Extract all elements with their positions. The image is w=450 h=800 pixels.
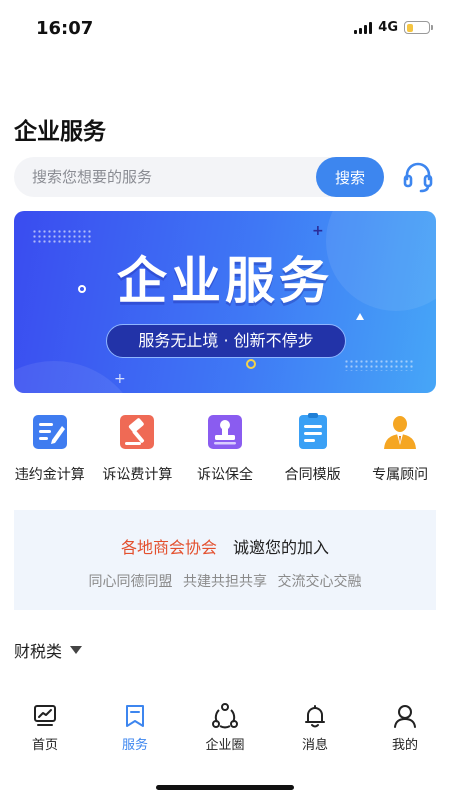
category-selector[interactable]: 财税类: [14, 638, 83, 662]
tab-label: 企业圈: [205, 738, 245, 753]
chart-monitor-icon: [34, 705, 56, 726]
gavel-icon: [120, 415, 155, 449]
circle-network-icon: [212, 703, 238, 729]
user-icon: [394, 705, 416, 728]
service-exclusive-advisor[interactable]: 专属顾问: [357, 412, 443, 492]
stamp-icon: [207, 415, 242, 449]
tab-profile[interactable]: 我的: [365, 690, 445, 760]
service-label: 诉讼保全: [196, 467, 253, 483]
battery-icon: [404, 21, 433, 34]
page-title: 企业服务: [14, 119, 106, 145]
tab-bar: 首页 服务 企业圈 消息 我的: [0, 690, 450, 760]
caret-down-icon: [70, 646, 83, 654]
service-label: 合同模版: [284, 467, 341, 483]
invite-text: 诚邀您的加入: [233, 538, 330, 557]
banner-title: 企业服务: [117, 252, 333, 310]
banner-subtitle: 服务无止境 · 创新不停步: [106, 324, 346, 358]
home-indicator[interactable]: [156, 785, 294, 790]
search-input[interactable]: [14, 157, 314, 197]
tab-enterprise-circle[interactable]: 企业圈: [185, 690, 265, 760]
service-label: 诉讼费计算: [102, 467, 173, 483]
search-bar: 搜索: [14, 157, 384, 197]
service-penalty-calculator[interactable]: 违约金计算: [7, 412, 93, 492]
pencil-document-icon: [32, 415, 67, 449]
tab-home[interactable]: 首页: [5, 690, 85, 760]
tab-label: 首页: [31, 738, 58, 753]
network-type: 4G: [378, 20, 398, 35]
service-litigation-preservation[interactable]: 诉讼保全: [182, 412, 268, 492]
promo-banner[interactable]: + + 企业服务 服务无止境 · 创新不停步: [14, 211, 436, 393]
service-label: 违约金计算: [14, 467, 85, 483]
invite-slogan: 同心同德同盟 共建共担共享 交流交心交融: [88, 574, 362, 590]
chamber-invite-card[interactable]: 各地商会协会 诚邀您的加入 同心同德同盟 共建共担共享 交流交心交融: [14, 510, 436, 610]
search-button[interactable]: 搜索: [316, 157, 384, 197]
status-indicators: 4G: [354, 20, 433, 35]
contract-document-icon: [298, 413, 327, 449]
invite-headline: 各地商会协会 诚邀您的加入: [14, 534, 436, 558]
tab-label: 消息: [301, 738, 328, 753]
tab-label: 服务: [121, 738, 148, 753]
invite-highlight: 各地商会协会: [120, 538, 217, 557]
service-contract-template[interactable]: 合同模版: [270, 412, 356, 492]
headset-icon[interactable]: [398, 157, 438, 197]
advisor-icon: [384, 416, 417, 449]
triangle-decoration: [356, 313, 364, 320]
plus-decoration: +: [312, 223, 324, 239]
signal-icon: [354, 21, 373, 34]
tab-label: 我的: [391, 738, 418, 753]
service-grid: 违约金计算 诉讼费计算 诉讼保全 合同模版 专属顾问: [0, 412, 450, 492]
plus-decoration: +: [114, 371, 126, 387]
status-time: 16:07: [36, 18, 94, 39]
service-litigation-fee[interactable]: 诉讼费计算: [94, 412, 180, 492]
bell-icon: [305, 705, 325, 728]
bookmark-icon: [126, 705, 144, 727]
tab-messages[interactable]: 消息: [275, 690, 355, 760]
category-label: 财税类: [14, 642, 63, 661]
service-label: 专属顾问: [372, 467, 429, 483]
tab-services[interactable]: 服务: [95, 690, 175, 760]
status-bar: 16:07 4G: [0, 0, 450, 56]
banner-dots: [344, 359, 414, 371]
ring-decoration: [246, 359, 256, 369]
